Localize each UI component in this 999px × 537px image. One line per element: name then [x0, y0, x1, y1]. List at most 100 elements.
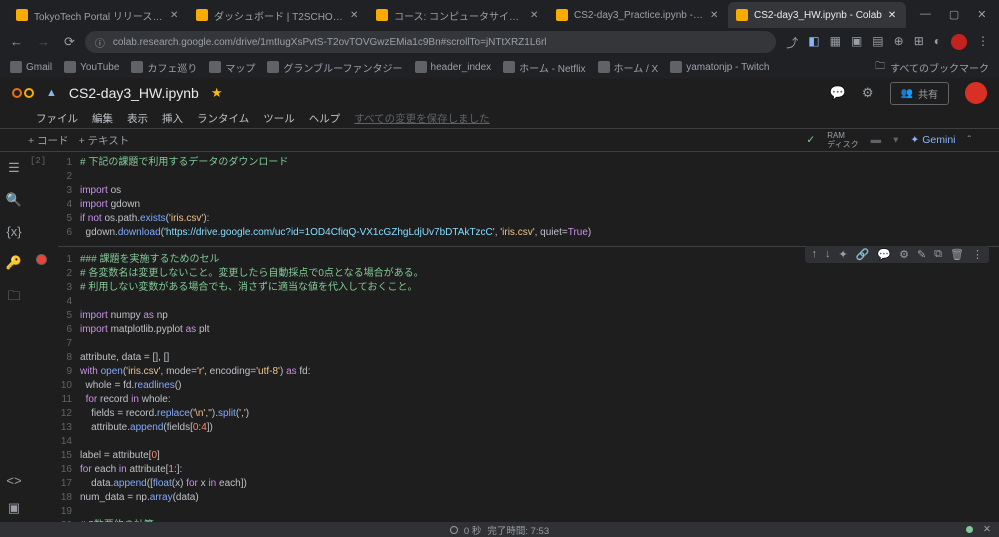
user-avatar[interactable] [965, 82, 987, 104]
line-number: 16 [58, 463, 80, 477]
ext6-icon[interactable]: ◐ [934, 34, 941, 51]
terminal-icon[interactable]: ▣ [8, 500, 20, 516]
code-line[interactable]: for record in whole: [80, 393, 999, 407]
add-code-button[interactable]: + コード [28, 133, 69, 148]
code-line[interactable]: if not os.path.exists('iris.csv'): [80, 212, 999, 226]
tab-close-icon[interactable]: ✕ [350, 10, 360, 20]
forward-icon[interactable]: → [37, 34, 50, 50]
code-line[interactable]: import numpy as np [80, 309, 999, 323]
code-line[interactable]: # 各変数名は変更しないこと。変更したら自動採点で0点となる場合がある。 [80, 267, 999, 281]
document-title[interactable]: CS2-day3_HW.ipynb [69, 85, 199, 101]
code-line[interactable]: data.append([float(x) for x in each]) [80, 477, 999, 491]
minimize-icon[interactable]: — [920, 8, 931, 21]
menu-item[interactable]: ヘルプ [309, 111, 341, 126]
code-line[interactable]: num_data = np.array(data) [80, 491, 999, 505]
url-field[interactable]: ⓘ colab.research.google.com/drive/1mtIug… [85, 31, 776, 53]
close-window-icon[interactable]: ✕ [977, 8, 986, 21]
bookmark-item[interactable]: ホーム / X [598, 60, 659, 75]
star-icon[interactable]: ★ [211, 85, 223, 101]
bookmark-item[interactable]: カフェ巡り [131, 60, 197, 75]
code-line[interactable]: import matplotlib.pyplot as plt [80, 323, 999, 337]
ext2-icon[interactable]: ▦ [830, 34, 841, 51]
ext5-icon[interactable]: ⊕ [894, 34, 904, 51]
code-line[interactable] [80, 295, 999, 309]
collapse-icon[interactable]: ˆ [968, 134, 972, 146]
ext3-icon[interactable]: ▣ [851, 34, 862, 51]
code-line[interactable]: label = attribute[0] [80, 449, 999, 463]
bookmark-label: header_index [431, 62, 492, 73]
bookmark-item[interactable]: グランブルーファンタジー [267, 60, 402, 75]
menu-icon[interactable]: ⋮ [977, 34, 989, 51]
code-cell[interactable]: 1### 課題を実施するためのセル2# 各変数名は変更しないこと。変更したら自動… [28, 249, 999, 522]
menu-item[interactable]: 編集 [92, 111, 113, 126]
variables-icon[interactable]: {x} [6, 224, 21, 239]
files-icon[interactable]: 🗀 [7, 287, 20, 309]
toc-icon[interactable]: ☰ [8, 160, 20, 176]
notebook-editor: [2] 1# 下記の課題で利用するデータのダウンロード23import os4i… [28, 152, 999, 522]
code-line[interactable]: gdown.download('https://drive.google.com… [80, 226, 999, 240]
browser-tab[interactable]: TokyoTech Portal リリース メニュー✕ [8, 2, 188, 28]
browser-tab[interactable]: コース: コンピュータサイエンス第二【…✕ [368, 2, 548, 28]
ext4-icon[interactable]: ▤ [872, 34, 883, 51]
bookmark-item[interactable]: YouTube [64, 60, 119, 75]
code-line[interactable] [80, 505, 999, 519]
code-line[interactable]: # 下記の課題で利用するデータのダウンロード [80, 156, 999, 170]
code-line[interactable]: whole = fd.readlines() [80, 379, 999, 393]
code-cell[interactable]: [2] 1# 下記の課題で利用するデータのダウンロード23import os4i… [28, 152, 999, 244]
comment-icon[interactable]: 💬 [830, 85, 846, 101]
bookmark-item[interactable]: header_index [415, 60, 492, 75]
profile-avatar[interactable] [951, 34, 967, 50]
code-line[interactable] [80, 170, 999, 184]
tab-close-icon[interactable]: ✕ [710, 10, 720, 20]
browser-tab[interactable]: CS2-day3_Practice.ipynb - Cola…✕ [548, 2, 728, 28]
code-line[interactable]: fields = record.replace('\n','').split('… [80, 407, 999, 421]
window-controls: — ▢ ✕ [906, 8, 999, 21]
add-text-button[interactable]: + テキスト [79, 133, 130, 148]
bookmark-favicon-icon [503, 61, 515, 73]
menu-item[interactable]: 表示 [127, 111, 148, 126]
resource-indicator[interactable]: RAM ディスク [827, 132, 858, 149]
code-line[interactable]: import os [80, 184, 999, 198]
code-line[interactable]: for each in attribute[1:]: [80, 463, 999, 477]
browser-tab[interactable]: ダッシュボード | T2SCHOLA✕ [188, 2, 368, 28]
site-info-icon[interactable]: ⓘ [95, 35, 105, 50]
run-cell-icon[interactable] [36, 254, 47, 265]
bookmark-label: yamatonjp - Twitch [686, 62, 769, 73]
reload-icon[interactable]: ⟳ [64, 34, 75, 50]
menu-item[interactable]: ツール [263, 111, 295, 126]
browser-tab[interactable]: CS2-day3_HW.ipynb - Colab✕ [728, 2, 906, 28]
code-line[interactable] [80, 337, 999, 351]
secrets-icon[interactable]: 🔑 [6, 255, 22, 271]
menu-item[interactable]: ランタイム [197, 111, 249, 126]
code-line[interactable]: ### 課題を実施するためのセル [80, 253, 999, 267]
settings-icon[interactable]: ⚙ [862, 85, 874, 101]
tab-close-icon[interactable]: ✕ [888, 10, 898, 20]
code-icon[interactable]: <> [6, 473, 21, 488]
share-button[interactable]: 👥 共有 [890, 82, 949, 105]
code-line[interactable] [80, 435, 999, 449]
colab-logo-icon[interactable] [12, 86, 34, 100]
tab-close-icon[interactable]: ✕ [170, 10, 180, 20]
bookmark-item[interactable]: マップ [209, 60, 255, 75]
ext1-icon[interactable]: ◧ [808, 34, 819, 51]
dropdown-icon[interactable]: ▾ [893, 134, 898, 146]
bookmark-item[interactable]: yamatonjp - Twitch [670, 60, 769, 75]
all-bookmarks[interactable]: 🗀 すべてのブックマーク [875, 59, 989, 76]
extensions-icon[interactable]: ⊞ [914, 34, 924, 51]
back-icon[interactable]: ← [10, 34, 23, 50]
code-line[interactable]: with open('iris.csv', mode='r', encoding… [80, 365, 999, 379]
code-line[interactable]: attribute.append(fields[0:4]) [80, 421, 999, 435]
status-close-icon[interactable]: ✕ [983, 524, 991, 535]
bookmark-item[interactable]: Gmail [10, 60, 52, 75]
gemini-button[interactable]: ✦ Gemini [910, 134, 955, 146]
code-line[interactable]: # 利用しない変数がある場合でも、消さずに適当な値を代入しておくこと。 [80, 281, 999, 295]
search-icon[interactable]: 🔍 [6, 192, 22, 208]
code-line[interactable]: attribute, data = [], [] [80, 351, 999, 365]
bookmark-item[interactable]: ホーム - Netflix [503, 60, 585, 75]
menu-item[interactable]: ファイル [36, 111, 78, 126]
maximize-icon[interactable]: ▢ [949, 8, 959, 21]
code-line[interactable]: import gdown [80, 198, 999, 212]
tab-close-icon[interactable]: ✕ [530, 10, 540, 20]
share-icon[interactable]: ⤴ [786, 34, 798, 51]
menu-item[interactable]: 挿入 [162, 111, 183, 126]
